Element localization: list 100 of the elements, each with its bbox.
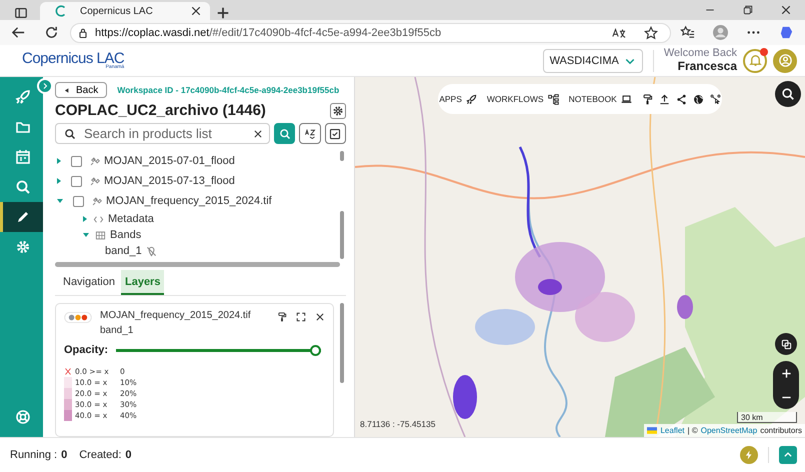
back-icon[interactable] [11,25,26,40]
scale-bar: 30 km [737,412,797,423]
settings-icon [332,104,344,116]
settings-button[interactable] [330,102,346,118]
layer-name: MOJAN_frequency_2015_2024.tif [100,310,252,321]
user-name: Francesca [678,60,737,73]
no-data-icon [64,366,72,377]
caret-icon [64,86,71,94]
workspace-id: Workspace ID - 17c4090b-4fcf-4c5e-a994-2ee3b19f55cb [117,85,340,95]
workspace-select[interactable]: WASDI4CIMA [542,48,643,72]
chevron-icon [41,82,49,90]
select-all-button[interactable] [324,123,346,144]
sidebar-item[interactable] [0,202,43,232]
lightning-icon [744,450,754,460]
search-icon [15,179,31,195]
code-icon [93,214,104,224]
search-icon [278,128,291,140]
coordinates: 8.71136 : -75.45135 [360,419,436,429]
plus-icon [780,368,792,378]
expand-toggle[interactable] [83,233,89,237]
upload-icon[interactable] [658,94,670,104]
satellite-icon [89,156,100,166]
tree-item[interactable]: Bands [110,229,142,241]
tabs-icon[interactable] [14,6,28,20]
layer-status-icon [64,312,92,323]
translate-icon[interactable] [612,26,626,40]
expand-toggle[interactable] [83,216,87,222]
search-field[interactable]: Search in products list [55,123,270,144]
scrollbar[interactable] [55,262,340,267]
url-text: https://coplac.wasdi.net/#/edit/17c4090b-4fcf-4c5e-a994-2ee3b19f55cb [95,26,442,38]
globe-icon[interactable] [692,94,704,104]
checkbox[interactable] [73,196,84,206]
tree-item[interactable]: Metadata [108,213,154,225]
workflow-icon [548,94,559,104]
rocket-icon [466,94,477,104]
toolbar-button[interactable]: WORKFLOWS [486,94,559,104]
toolbar-button[interactable]: APPS [439,94,477,104]
layers-icon [780,338,792,350]
close-icon[interactable] [780,4,792,16]
address-bar[interactable]: https://coplac.wasdi.net/#/edit/17c4090b-4fcf-4c5e-a994-2ee3b19f55cb [70,22,671,42]
opacity-label: Opacity: [64,344,108,356]
attribution-text: contributors [760,426,802,435]
rocket-icon [15,89,31,105]
pin-off-icon [146,246,157,256]
folder-icon [15,119,31,135]
sidebar-toggle[interactable] [37,78,53,94]
sort-icon [304,128,316,140]
scrollbar[interactable] [340,151,344,259]
toolbar-button[interactable]: NOTEBOOK [568,94,632,104]
copilot-icon[interactable] [779,25,794,40]
created-label: Created: [79,449,122,461]
flag-icon [647,427,658,434]
zoom-to-layer-icon[interactable] [296,312,306,322]
favorites-icon[interactable] [680,25,695,40]
tree-item[interactable]: MOJAN_2015-07-13_flood [104,175,235,187]
pointer-icon[interactable] [710,94,721,104]
notifications-button[interactable] [743,48,767,72]
running-count: 0 [61,449,68,461]
new-tab-icon[interactable] [216,6,230,20]
tree-item[interactable]: band_1 [105,245,142,257]
leaflet-link[interactable]: Leaflet [660,426,685,435]
tab-title: Copernicus LAC [80,6,154,16]
expand-toggle[interactable] [57,158,61,164]
share-icon[interactable] [676,94,687,104]
back-button[interactable]: Back [55,82,108,98]
lifebuoy-icon [15,409,31,425]
reload-icon[interactable] [44,25,59,40]
favorite-icon[interactable] [644,26,658,40]
satellite-icon [89,176,100,186]
grid-icon [95,230,106,240]
attribution-text: | © [688,426,698,435]
panel-tab[interactable]: Navigation [59,270,119,295]
workspace-title: COPLAC_UC2_archivo (1446) [55,102,266,119]
checkbox[interactable] [71,176,82,186]
checkbox[interactable] [71,156,82,166]
browser-tab[interactable]: Copernicus LAC [40,2,210,20]
pencil-icon [15,209,31,225]
band-name: band_1 [100,325,134,336]
expand-toggle[interactable] [57,199,63,203]
search-icon [64,128,76,140]
search-icon [781,87,795,101]
running-label: Running : [10,449,58,461]
panel-tab[interactable]: Layers [120,270,164,295]
openstreetmap-link[interactable]: OpenStreetMap [700,426,758,435]
calendar-icon [15,149,31,165]
sort-button[interactable] [299,123,321,144]
expand-button[interactable] [779,446,797,464]
user-icon [778,53,792,68]
clear-icon[interactable] [253,128,263,138]
tree-item[interactable]: MOJAN_frequency_2015_2024.tif [106,195,272,207]
paint-roller-icon[interactable] [642,94,653,104]
close-icon[interactable] [190,5,202,17]
expand-toggle[interactable] [57,178,61,184]
lock-icon [77,26,89,38]
restore-icon[interactable] [742,4,754,16]
checkbox-icon [329,128,342,140]
tree-item[interactable]: MOJAN_2015-07-01_flood [104,155,235,167]
created-count: 0 [125,449,132,461]
remove-icon[interactable] [315,312,325,322]
style-icon[interactable] [277,312,287,322]
